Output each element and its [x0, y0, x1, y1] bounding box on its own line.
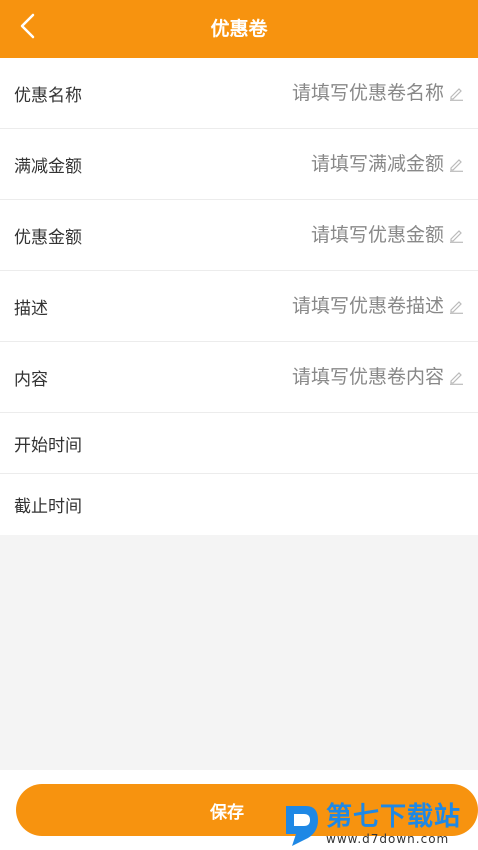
edit-icon — [450, 301, 463, 314]
content-field — [184, 366, 464, 388]
page-title: 优惠卷 — [210, 18, 268, 40]
start-time-label: 开始时间 — [14, 435, 82, 456]
edit-icon — [450, 159, 463, 172]
end-time-label: 截止时间 — [14, 497, 82, 517]
description-label: 描述 — [14, 298, 48, 319]
coupon-name-label: 优惠名称 — [14, 85, 82, 106]
watermark-url: www.d7down.com — [326, 831, 450, 846]
coupon-name-field — [184, 82, 464, 104]
watermark-logo-icon — [286, 806, 318, 846]
discount-threshold-input[interactable] — [184, 153, 444, 175]
content-row: 内容 — [0, 342, 478, 413]
discount-amount-field — [184, 224, 464, 246]
discount-threshold-label: 满减金额 — [14, 156, 82, 177]
discount-amount-row: 优惠金额 — [0, 200, 478, 271]
content-input[interactable] — [184, 366, 444, 388]
description-input[interactable] — [184, 295, 444, 317]
end-time-row[interactable]: 截止时间 — [0, 474, 478, 535]
discount-threshold-row: 满减金额 — [0, 129, 478, 200]
discount-amount-label: 优惠金额 — [14, 227, 82, 248]
app-header: 优惠卷 — [0, 0, 478, 58]
discount-threshold-field — [184, 153, 464, 175]
coupon-form: 优惠名称 满减金额 优惠金额 描述 — [0, 58, 478, 535]
start-time-row[interactable]: 开始时间 — [0, 413, 478, 474]
discount-amount-input[interactable] — [184, 224, 444, 246]
coupon-name-input[interactable] — [184, 82, 444, 104]
content-label: 内容 — [14, 369, 48, 390]
description-field — [184, 295, 464, 317]
description-row: 描述 — [0, 271, 478, 342]
edit-icon — [450, 88, 463, 101]
watermark-text: 第七下载站 www.d7down.com — [326, 804, 461, 845]
edit-icon — [450, 372, 463, 385]
coupon-name-row: 优惠名称 — [0, 58, 478, 129]
edit-icon — [450, 230, 463, 243]
watermark-title: 第七下载站 — [326, 801, 462, 832]
watermark: 第七下载站 www.d7down.com — [282, 798, 478, 850]
